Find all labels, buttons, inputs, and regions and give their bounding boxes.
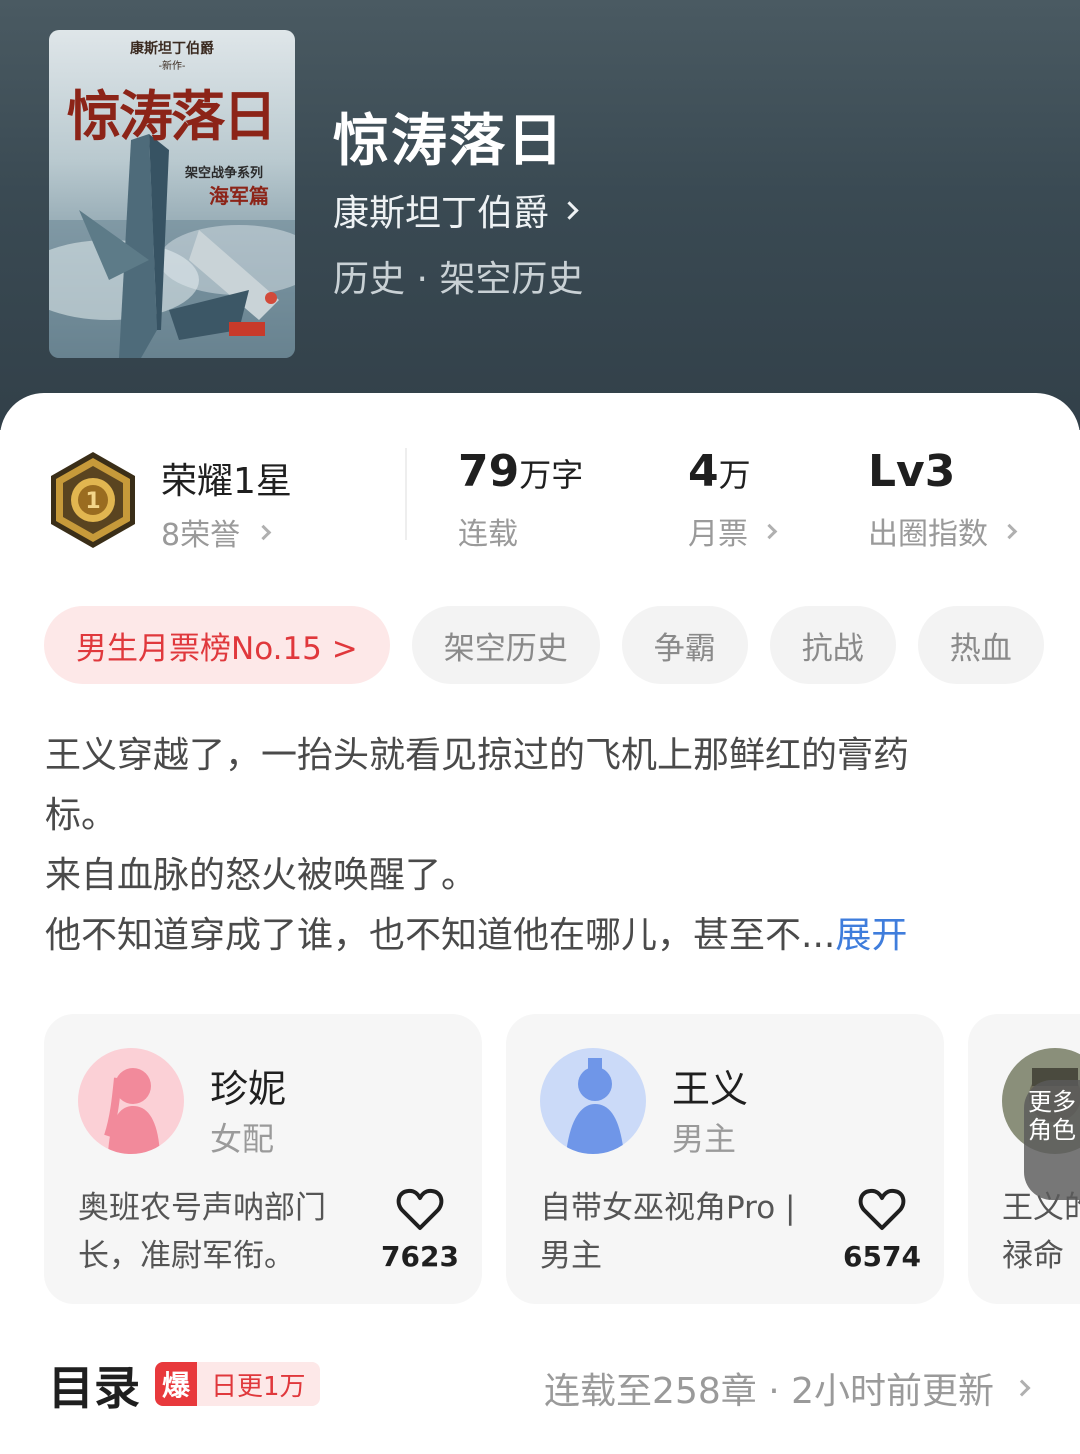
- honor-medal-icon: 1: [51, 452, 135, 548]
- cover-title: 惊涛落日: [67, 84, 277, 148]
- update-badge: 爆 日更1万: [155, 1362, 320, 1406]
- svg-text:1: 1: [85, 489, 100, 514]
- description-text: 他不知道穿成了谁，也不知道他在哪儿，甚至不...: [45, 915, 836, 956]
- like-count: 6574: [843, 1240, 921, 1273]
- character-card[interactable]: 王义 男主 自带女巫视角Pro | 男主 6574: [506, 1014, 944, 1304]
- heart-icon[interactable]: [858, 1186, 906, 1232]
- chevron-right-icon: [1013, 1379, 1031, 1397]
- rank-tag[interactable]: 男生月票榜No.15 >: [44, 606, 390, 684]
- avatar: [78, 1048, 184, 1154]
- votes-unit: 万: [718, 456, 751, 494]
- like-count: 7623: [381, 1240, 459, 1273]
- more-characters-button[interactable]: 更多角色: [1024, 1080, 1080, 1200]
- cover-author: 康斯坦丁伯爵: [130, 41, 214, 57]
- description-line: 来自血脉的怒火被唤醒了。: [45, 855, 478, 896]
- author-link[interactable]: 康斯坦丁伯爵: [333, 184, 579, 236]
- influence-index-stat[interactable]: Lv3 出圈指数: [868, 446, 1018, 553]
- book-title: 惊涛落日: [333, 108, 565, 174]
- genre-label: 历史 · 架空历史: [333, 259, 584, 300]
- tag-chip[interactable]: 架空历史: [411, 606, 600, 684]
- update-badge-text: 日更1万: [197, 1362, 320, 1406]
- chevron-right-icon: [255, 524, 272, 540]
- character-card[interactable]: 珍妮 女配 奥班农号声呐部门长，准尉军衔。 7623: [44, 1014, 482, 1304]
- stats-row: 1 荣耀1星 8荣誉 79万字 连载 4万 月票 Lv3 出圈指数: [0, 440, 1080, 560]
- table-of-contents-row[interactable]: 目录 爆 日更1万 连载至258章 · 2小时前更新: [0, 1350, 1080, 1420]
- chevron-right-icon: [1001, 523, 1018, 539]
- word-count-value: 79: [458, 446, 520, 497]
- honor-title: 荣耀1星: [161, 461, 292, 502]
- tag-row: 男生月票榜No.15 > 架空历史 争霸 抗战 热血: [44, 606, 1044, 686]
- description-line: 王义穿越了，一抬头就看见掠过的飞机上那鲜红的膏药: [45, 735, 910, 776]
- chevron-right-icon: [761, 523, 778, 539]
- honor-points: 8荣誉: [161, 518, 241, 553]
- cover-new-work: -新作-: [158, 61, 186, 72]
- author-name: 康斯坦丁伯爵: [333, 193, 550, 234]
- word-count-stat: 79万字 连载: [458, 446, 583, 553]
- stats-divider: [405, 448, 407, 540]
- character-name: 珍妮: [210, 1067, 287, 1111]
- hot-icon: 爆: [155, 1362, 197, 1406]
- honor-link[interactable]: 8荣誉: [161, 510, 272, 554]
- description-line: 他不知道穿成了谁，也不知道他在哪儿，甚至不...展开: [45, 906, 1045, 966]
- tag-chip[interactable]: 热血: [917, 606, 1044, 684]
- tag-chip[interactable]: 争霸: [621, 606, 748, 684]
- votes-label: 月票: [688, 517, 748, 552]
- avatar: [540, 1048, 646, 1154]
- tag-chip[interactable]: 抗战: [769, 606, 896, 684]
- votes-value: 4: [688, 446, 719, 497]
- cover-subtitle: 海军篇: [209, 184, 269, 208]
- toc-title: 目录: [48, 1361, 140, 1415]
- description-line: 标。: [45, 795, 118, 836]
- word-count-unit: 万字: [519, 456, 584, 494]
- word-count-label: 连载: [458, 517, 518, 552]
- chevron-right-icon: [560, 200, 579, 220]
- toc-status: 连载至258章 · 2小时前更新: [544, 1362, 1031, 1414]
- character-name: 王义: [672, 1067, 749, 1111]
- level-value: Lv3: [868, 446, 956, 497]
- heart-icon[interactable]: [396, 1186, 444, 1232]
- character-role: 女配: [210, 1120, 275, 1158]
- character-desc: 奥班农号声呐部门长，准尉军衔。: [78, 1190, 326, 1274]
- chapter-status: 连载至258章 · 2小时前更新: [544, 1371, 994, 1412]
- monthly-votes-stat[interactable]: 4万 月票: [688, 446, 778, 553]
- cover-series: 架空战争系列: [185, 166, 264, 181]
- character-role: 男主: [672, 1120, 737, 1158]
- expand-link[interactable]: 展开: [835, 915, 907, 956]
- book-description[interactable]: 王义穿越了，一抬头就看见掠过的飞机上那鲜红的膏药 标。 来自血脉的怒火被唤醒了。…: [45, 726, 1045, 966]
- character-desc: 自带女巫视角Pro | 男主: [540, 1190, 796, 1274]
- book-cover[interactable]: 康斯坦丁伯爵 -新作- 惊涛落日 架空战争系列 海军篇: [49, 30, 295, 358]
- level-label: 出圈指数: [868, 517, 988, 552]
